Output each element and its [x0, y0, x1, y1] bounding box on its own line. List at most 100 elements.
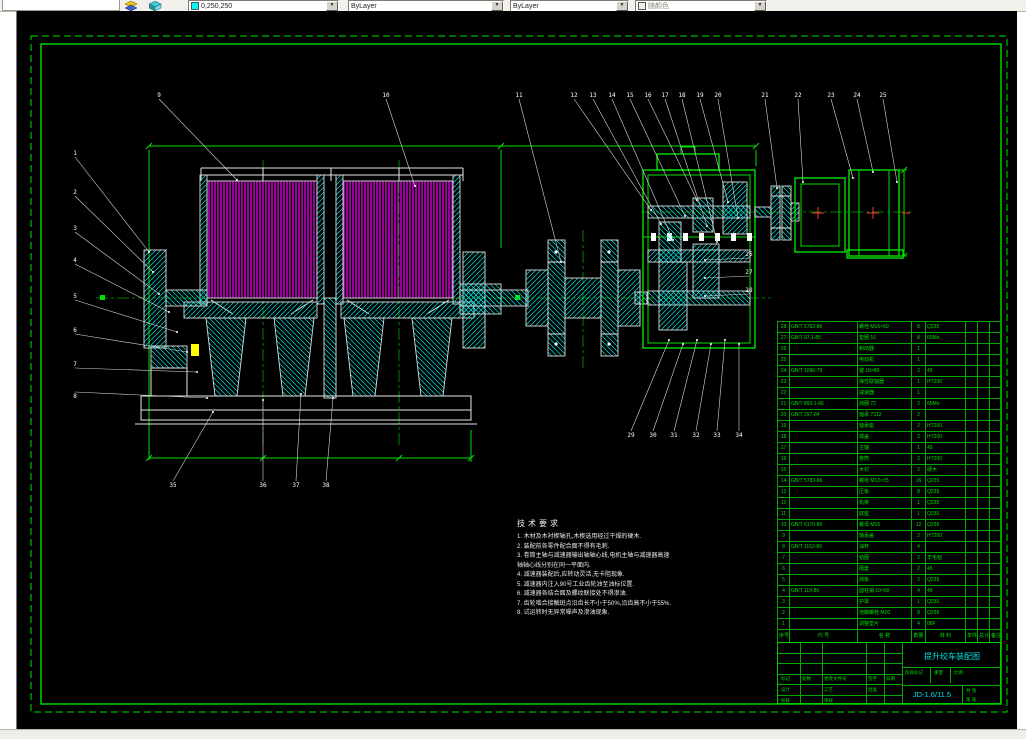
bom-cell: 4 [911, 585, 926, 597]
bom-cell [989, 508, 1002, 520]
bom-cell [977, 607, 990, 619]
balloon-number: 30 [649, 432, 657, 439]
bom-cell [789, 354, 858, 366]
leader-line [385, 98, 416, 187]
bom-cell: 轴承座 [857, 420, 912, 432]
bom-cell [977, 376, 990, 388]
leader-line [673, 339, 698, 432]
bom-cell [989, 453, 1002, 465]
bom-cell: 毡圈 [857, 552, 912, 564]
leader-line [295, 393, 302, 482]
bom-cell: 垫圈 16 [857, 332, 912, 344]
bom-cell [789, 574, 858, 586]
bom-cell [965, 376, 978, 388]
bom-cell [965, 409, 978, 421]
label-date: 日期 [886, 676, 895, 681]
chevron-down-icon[interactable]: ▼ [616, 1, 628, 11]
bom-cell [965, 607, 978, 619]
bom-cell [989, 464, 1002, 476]
bom-cell [789, 464, 858, 476]
bom-cell [965, 585, 978, 597]
bom-row: 4 GB/T 119-86 圆柱销 10×50 4 45 [777, 585, 1002, 597]
bom-cell: 2 [911, 420, 926, 432]
gear [658, 261, 688, 331]
drawing-title: 提升绞车装配图 [924, 652, 980, 661]
balloon-number: 12 [570, 92, 578, 99]
bom-cell: 地脚螺栓 M20 [857, 607, 912, 619]
bom-cell: 减速器 [857, 387, 912, 399]
bom-cell: Q235 [925, 574, 966, 586]
layer-previous-button[interactable] [146, 0, 164, 11]
drawing-canvas[interactable]: 1 2 3 4 5 6 7 8 9 10 11 12 13 14 15 16 17 18 19 20 21 22 23 24 2… [16, 11, 1017, 729]
bom-cell: 机架 [857, 497, 912, 509]
bom-cell: 压板 [857, 486, 912, 498]
bom-cell: 2 [911, 552, 926, 564]
label-weight: 重量 [934, 670, 943, 675]
bom-cell [965, 321, 978, 333]
bom-cell [925, 387, 966, 399]
bom-cell: HT200 [925, 376, 966, 388]
bom-cell: 08F [925, 618, 966, 630]
bom-cell: 底座 [857, 508, 912, 520]
brake [794, 177, 846, 253]
balloon-number: 29 [627, 432, 635, 439]
bom-row: 7 毡圈 2 羊毛毡 [777, 552, 1002, 564]
brake-and-motor [770, 169, 910, 259]
technical-requirements: 技术要求 1. 木材及木衬楔轴孔,木楔选用经过干燥的硬木. 2. 装配前各零件配合… [517, 518, 787, 619]
bom-cell: Q235 [925, 607, 966, 619]
chevron-down-icon[interactable]: ▼ [326, 1, 338, 11]
bom-cell: 19 [777, 420, 790, 432]
bom-cell: 13 [777, 486, 790, 498]
bom-cell: GB/T 6170-86 [789, 519, 858, 531]
bom-row: 16 卷筒 2 HT200 [777, 453, 1002, 465]
bom-cell: 8 [911, 486, 926, 498]
label-mark: 标记 [781, 676, 790, 681]
bom-cell [977, 409, 990, 421]
make-layer-current-button[interactable] [122, 0, 140, 11]
bom-cell [965, 519, 978, 531]
bom-cell: 16 [777, 453, 790, 465]
bom-cell: 螺栓 M16×60 [857, 321, 912, 333]
balloon-number: 3 [73, 225, 77, 232]
bom-cell: 2 [911, 530, 926, 542]
color-value: 0,250,250 [201, 2, 233, 10]
bom-cell [789, 508, 858, 520]
bom-row: 9 轴承盖 2 HT200 [777, 530, 1002, 542]
bom-cell [989, 409, 1002, 421]
balloon-number: 35 [169, 482, 177, 489]
bom-row: 24 GB/T 1096-79 键 18×80 2 45 [777, 365, 1002, 377]
command-area[interactable] [2, 0, 120, 11]
bom-cell [977, 508, 990, 520]
leader-line [630, 339, 670, 432]
bom-cell [965, 365, 978, 377]
bom-row: 3 护罩 1 Q235 [777, 596, 1002, 608]
bom-cell [789, 596, 858, 608]
bom-cell [789, 453, 858, 465]
bom-cell [789, 530, 858, 542]
bom-cell: 4 [911, 541, 926, 553]
balloon-number: 14 [608, 92, 616, 99]
bom-cell [789, 442, 858, 454]
tech-requirement-line: 2. 装配前各零件配合面不得有毛刺. [517, 543, 610, 550]
bom-cell [977, 387, 990, 399]
bom-header-cell: 代 号 [789, 629, 858, 643]
bom-cell [965, 453, 978, 465]
chevron-down-icon[interactable]: ▼ [491, 1, 503, 11]
bom-cell [965, 541, 978, 553]
bom-cell [977, 563, 990, 575]
bom-row: 19 轴承座 2 HT200 [777, 420, 1002, 432]
bom-row: 13 压板 8 Q235 [777, 486, 1002, 498]
bom-cell [989, 365, 1002, 377]
bom-cell [977, 442, 990, 454]
balloon-number: 2 [73, 189, 77, 196]
tech-requirement-line: 6. 减速器各结合面及螺纹联接处不得渗油. [517, 591, 628, 597]
bom-row: 11 底座 1 Q235 [777, 508, 1002, 520]
label-count: 处数 [802, 676, 811, 681]
bom-row: 28 GB/T 5782-86 螺栓 M16×60 8 Q235 [777, 321, 1002, 333]
bom-cell [989, 442, 1002, 454]
bom-cell: 15 [777, 464, 790, 476]
leader-line [629, 98, 686, 217]
bom-cell [965, 343, 978, 355]
bom-cell [925, 541, 966, 553]
bom-cell [977, 552, 990, 564]
